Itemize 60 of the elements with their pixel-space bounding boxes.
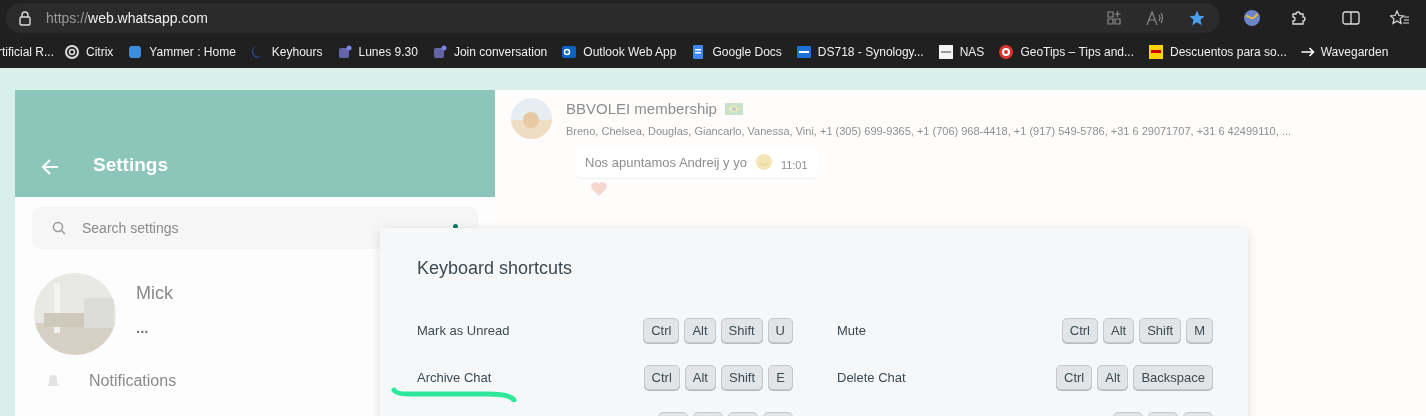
key-cap: Ctrl (643, 365, 680, 390)
flag-icon (724, 103, 743, 116)
bookmark[interactable]: Descuentos para so... (1148, 43, 1287, 61)
arrow-right-icon (1300, 47, 1315, 57)
swirl-icon (64, 44, 80, 60)
key-cap: Shift (1139, 318, 1182, 343)
chat-members: Breno, Chelsea, Douglas, Giancarlo, Vanessa, Vini, +1 (305) 699-9365, +1 (706) 968-4418, +1 (917) 549-5786, +31 6 29071707, +31 6 42499110, ... (566, 123, 1291, 139)
target-icon (998, 44, 1015, 60)
key-cap: Alt (684, 365, 716, 390)
bookmark[interactable]: Lunes 9.30 (336, 43, 418, 61)
key-cap: Alt (1102, 318, 1135, 343)
key-cap: Shift (720, 318, 763, 343)
lock-icon (18, 10, 32, 26)
shortcut-label: Mark as Unread (417, 321, 510, 340)
key-cap: M (1186, 318, 1213, 343)
bookmark[interactable]: Join conversation (431, 43, 548, 61)
app-grid-icon[interactable] (1106, 10, 1122, 26)
address-bar[interactable]: https://web.whatsapp.com (6, 3, 1220, 33)
bookmark[interactable]: Citrix (64, 43, 114, 61)
shortcut-label: Delete Chat (837, 368, 906, 387)
bookmark[interactable]: NAS (937, 43, 985, 61)
url-text: https://web.whatsapp.com (46, 8, 208, 28)
shortcut-label: Archive Chat (417, 368, 492, 387)
chat-title: BBVOLEI membership (566, 99, 717, 119)
search-icon (52, 221, 66, 235)
bookmark[interactable]: Google Docs (690, 43, 782, 61)
people-icon (431, 44, 448, 60)
message-text: Nos apuntamos Andreij y yo (585, 153, 747, 172)
key-cap: E (768, 365, 793, 390)
square-logo-icon (937, 44, 954, 60)
read-aloud-icon[interactable] (1146, 10, 1164, 26)
bookmark[interactable]: GeoTips – Tips and... (998, 43, 1134, 61)
shortcut-label: Mute (837, 321, 866, 340)
globe-icon[interactable] (1242, 8, 1262, 28)
key-cap: U (767, 318, 793, 343)
bookmark[interactable]: Keyhours (249, 43, 323, 61)
mail-icon (561, 44, 578, 60)
key-cap: Alt (684, 318, 716, 343)
heart-reaction-icon (589, 179, 609, 198)
bookmark[interactable]: DS718 - Synology... (795, 43, 924, 61)
people-icon (336, 44, 353, 60)
profile-status: ... (136, 318, 150, 339)
key-cap: Shift (721, 365, 763, 390)
bookmark[interactable]: Yammer : Home (127, 43, 236, 61)
star-icon[interactable] (1188, 9, 1206, 27)
message-time: 11:01 (780, 158, 808, 173)
bookmark[interactable]: Wavegarden (1300, 43, 1389, 61)
puzzle-icon[interactable] (1290, 9, 1308, 27)
key-cap: Ctrl (643, 318, 680, 343)
key-cap: Backspace (1133, 365, 1213, 390)
profile-name: Mick (136, 282, 173, 306)
dialog-title: Keyboard shortcuts (417, 257, 574, 280)
key-cap: Ctrl (1061, 318, 1098, 343)
split-screen-icon[interactable] (1342, 10, 1360, 26)
settings-title: Settings (93, 152, 168, 177)
key-cap: Alt (1097, 365, 1129, 390)
smile-emoji-icon (754, 153, 773, 172)
favorites-icon[interactable] (1390, 9, 1410, 27)
bookmark[interactable]: Outlook Web App (561, 43, 677, 61)
key-cap: Ctrl (1056, 365, 1093, 390)
